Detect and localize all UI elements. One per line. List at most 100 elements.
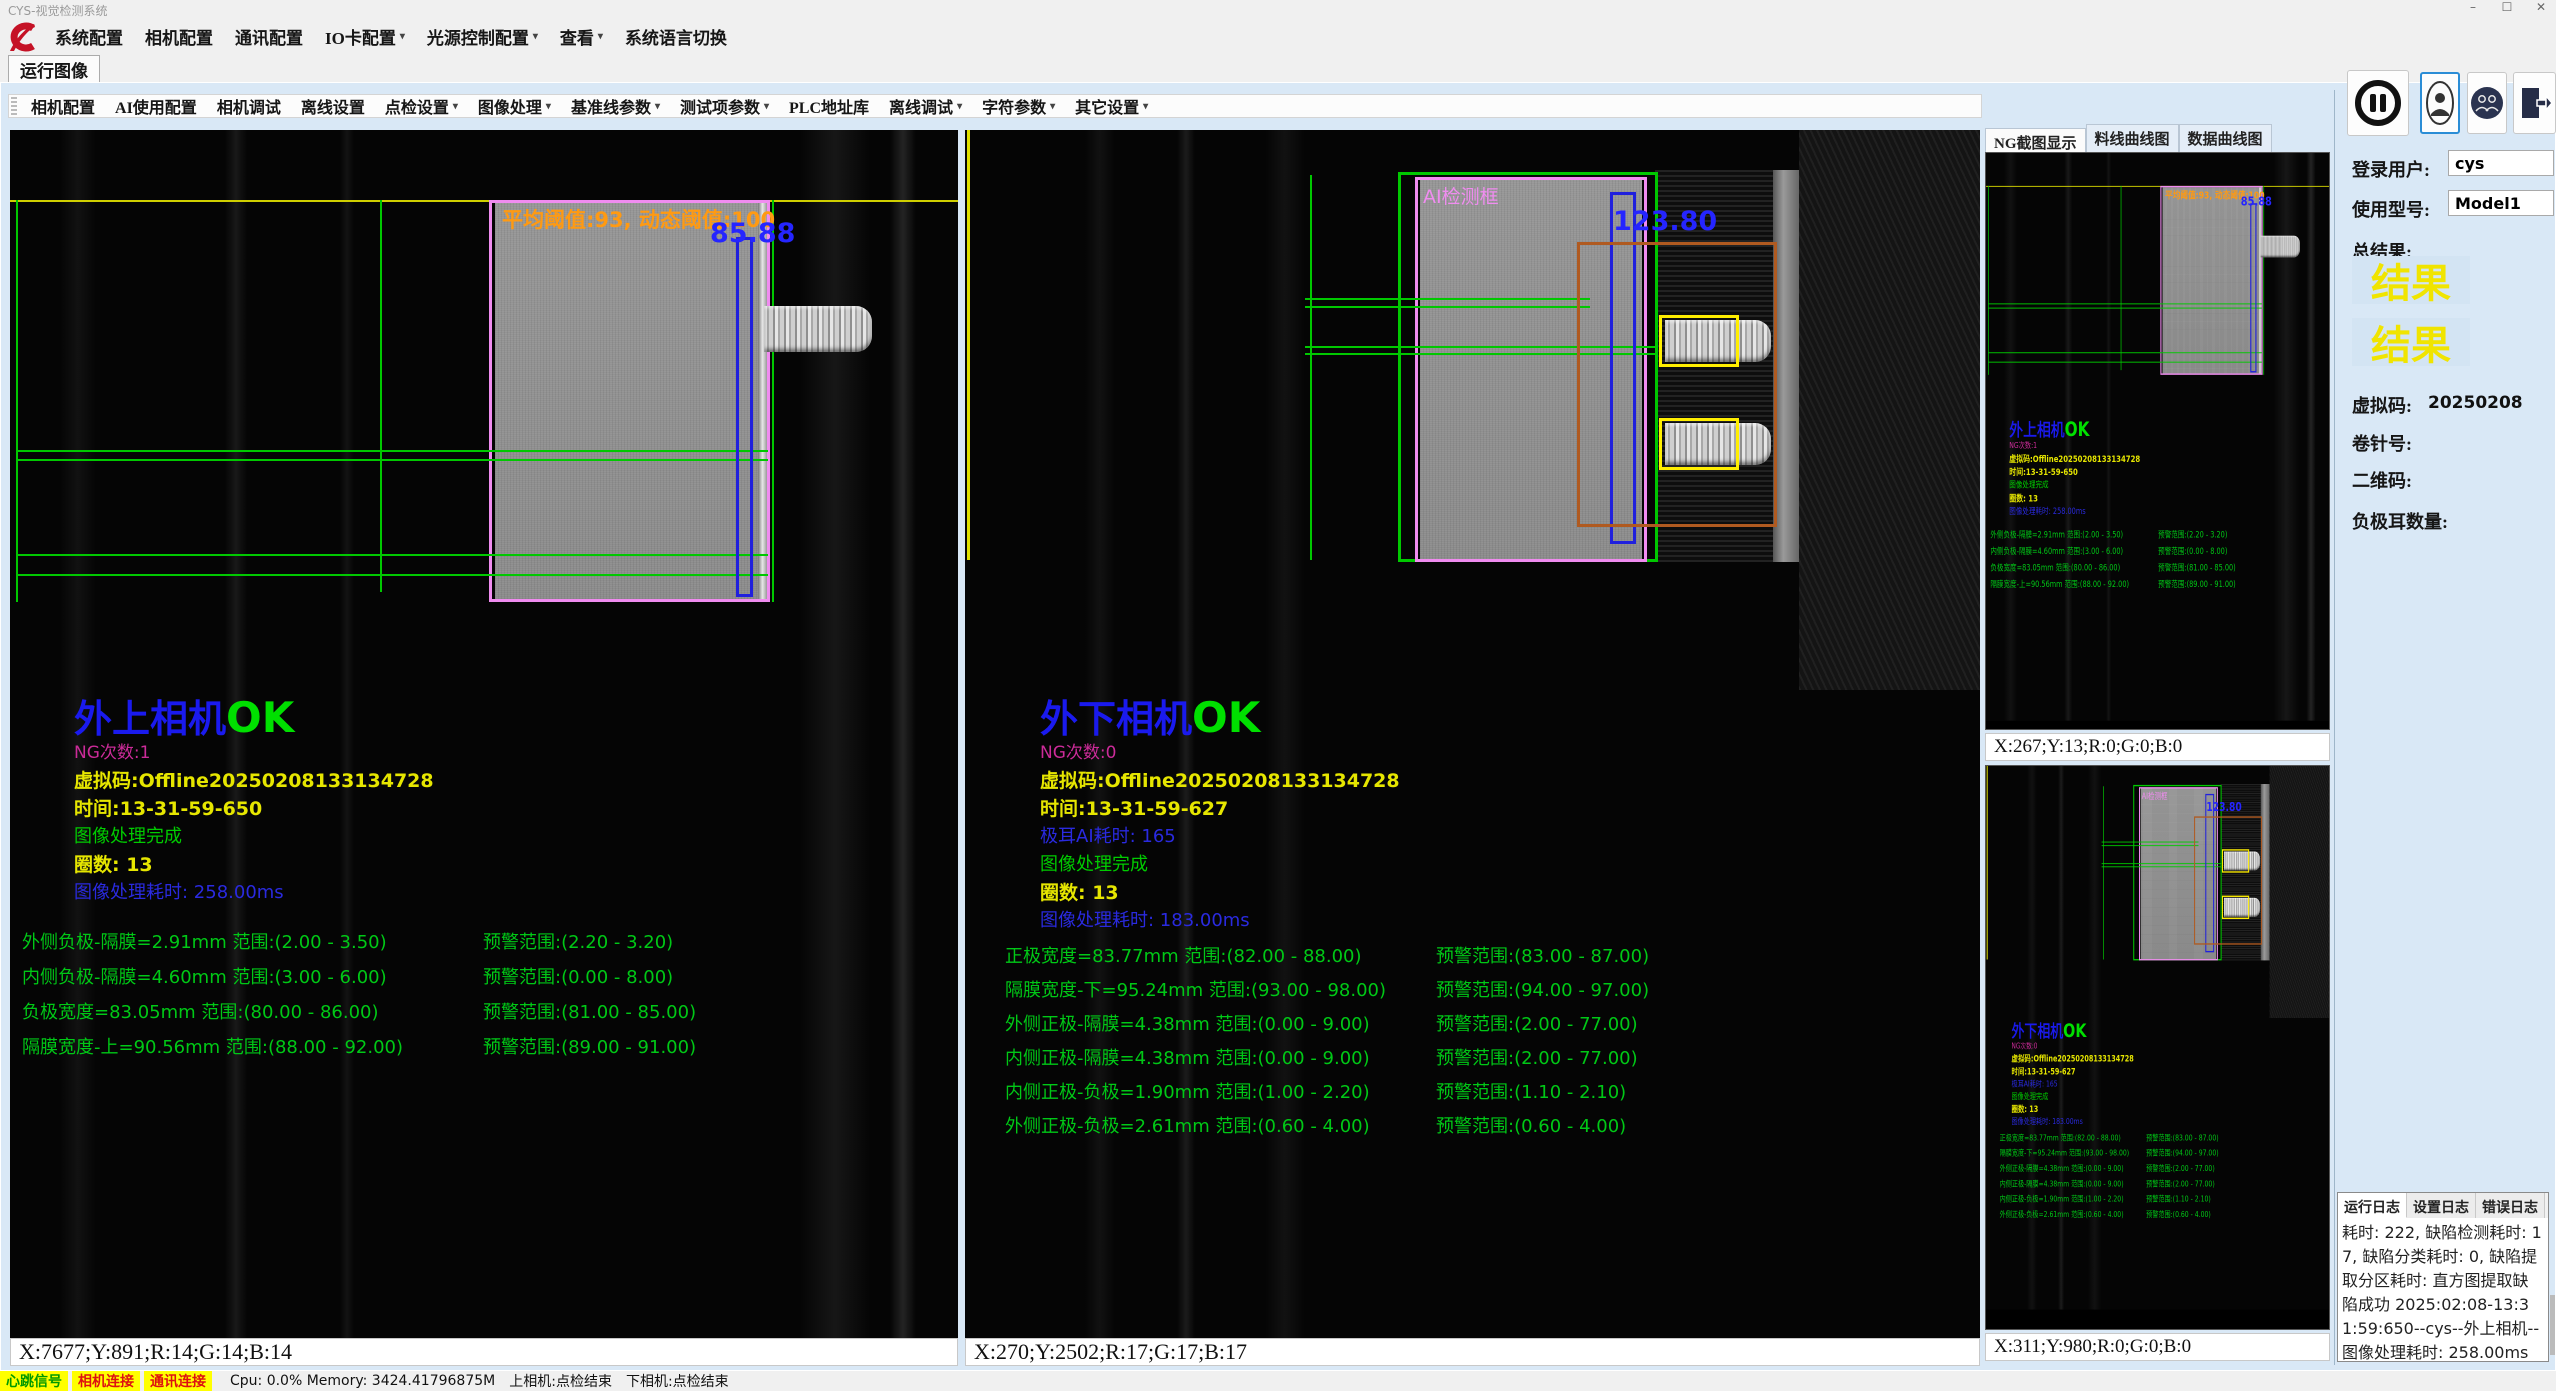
tool-other-settings[interactable]: 其它设置▾ [1065,94,1158,118]
tool-offline-settings[interactable]: 离线设置 [291,94,375,118]
tab-run-image[interactable]: 运行图像 [8,55,100,82]
measurement-row: 负极宽度=83.05mm 范围:(80.00 - 86.00) 预警范围:(81… [1986,561,2330,571]
tool-spot-check[interactable]: 点检设置▾ [375,94,468,118]
measurement-row: 正极宽度=83.77mm 范围:(82.00 - 88.00) 预警范围:(83… [1986,1131,2330,1141]
image-streak [340,130,354,1338]
tool-char-params[interactable]: 字符参数▾ [972,94,1065,118]
tool-camera-config[interactable]: 相机配置 [21,94,105,118]
measurement-row: 外侧负极-隔膜=2.91mm 范围:(2.00 - 3.50) 预警范围:(2.… [1986,528,2330,538]
tab-run-log[interactable]: 运行日志 [2338,1193,2407,1218]
window-title: CYS-视觉检测系统 [8,2,107,19]
tab-settings-log[interactable]: 设置日志 [2407,1193,2476,1218]
image-streak [2306,153,2315,721]
dropdown-arrow-icon: ▾ [598,31,603,42]
green-guide-line [1310,175,1312,560]
menu-system-config[interactable]: 系统配置 [44,22,134,51]
green-guide-line [2121,186,2122,370]
logout-button[interactable] [2513,72,2556,134]
tool-baseline-params[interactable]: 基准线参数▾ [561,94,670,118]
dropdown-arrow-icon: ▾ [400,31,405,42]
menu-language-switch[interactable]: 系统语言切换 [614,22,738,51]
model-input[interactable] [2448,190,2554,216]
virtual-code: 虚拟码:Offline20250208133134728 [2012,1052,2134,1064]
width-measure-label: 123.80 [1613,206,1717,237]
upper-camera-panel[interactable]: 平均阈值:93, 动态阈值:100 85.88 外上相机OK NG次数:1 虚拟… [10,130,958,1338]
measurement-row: 内侧负极-隔膜=4.60mm 范围:(3.00 - 6.00) 预警范围:(0.… [1986,545,2330,555]
camera-connect-indicator: 相机连接 [72,1371,140,1391]
process-done: 图像处理完成 [2009,478,2048,490]
lower-camera-panel[interactable]: AI检测框 123.80 外下相机OK NG次数:0 虚拟码:Offline20… [965,130,1980,1338]
dropdown-arrow-icon: ▾ [1050,101,1055,112]
process-done: 图像处理完成 [74,822,182,848]
tool-plc-address[interactable]: PLC地址库 [779,94,879,118]
capture-time: 时间:13-31-59-650 [74,794,262,821]
tab-ng-screenshot[interactable]: NG截图显示 [1985,128,2086,152]
tab-error-log[interactable]: 错误日志 [2476,1193,2545,1218]
tool-image-processing[interactable]: 图像处理▾ [468,94,561,118]
sidebar-divider [2334,90,2335,1365]
measurement-row: 外侧负极-隔膜=2.91mm 范围:(2.00 - 3.50) 预警范围:(2.… [10,928,958,950]
user-group-button[interactable] [2467,72,2507,134]
heartbeat-indicator: 心跳信号 [0,1371,68,1391]
measurement-row: 内侧正极-负极=1.90mm 范围:(1.00 - 2.20) 预警范围:(1.… [1986,1193,2330,1203]
process-elapsed: 图像处理耗时: 183.00ms [2012,1115,2083,1127]
tool-camera-debug[interactable]: 相机调试 [207,94,291,118]
pause-button[interactable] [2347,70,2409,136]
yellow-guide-line [1986,186,2330,187]
measurement-row: 隔膜宽度-上=90.56mm 范围:(88.00 - 92.00) 预警范围:(… [10,1033,958,1055]
pin-label: 卷针号: [2352,430,2412,456]
single-user-button[interactable] [2420,72,2460,134]
user-icon [2425,80,2455,126]
menu-camera-config[interactable]: 相机配置 [134,22,224,51]
image-streak [890,130,916,1338]
tab-line-curve[interactable]: 料线曲线图 [2086,124,2179,152]
dropdown-arrow-icon: ▾ [764,101,769,112]
preview-tab-bar: NG截图显示 料线曲线图 数据曲线图 [1985,128,2272,152]
capture-time: 时间:13-31-59-650 [2009,465,2078,478]
green-guide-line [2102,845,2199,846]
green-guide-line [2102,842,2199,843]
lower-preview-content: AI检测框 123.80 外下相机OK NG次数:0 虚拟码:Offline20… [1986,766,2330,1330]
yellow-guide-line [10,200,958,202]
loop-count: 圈数: 13 [1040,878,1119,905]
ng-count: NG次数:1 [74,738,150,763]
dropdown-arrow-icon: ▾ [453,101,458,112]
width-measure-box [2250,203,2256,372]
toolbar-grip[interactable] [11,97,17,115]
process-elapsed: 图像处理耗时: 183.00ms [1040,906,1250,932]
menu-io-card-config[interactable]: IO卡配置▾ [314,22,416,51]
process-elapsed: 图像处理耗时: 258.00ms [2009,505,2085,517]
tab-data-curve[interactable]: 数据曲线图 [2179,124,2272,152]
width-measure-label: 85.88 [2241,194,2272,209]
menu-light-control-config[interactable]: 光源控制配置▾ [416,22,549,51]
minimize-button[interactable]: – [2464,0,2482,14]
lower-ng-preview[interactable]: AI检测框 123.80 外下相机OK NG次数:0 虚拟码:Offline20… [1985,765,2330,1330]
process-done: 图像处理完成 [2012,1090,2049,1102]
dropdown-arrow-icon: ▾ [655,101,660,112]
textured-region [2270,766,2330,1018]
log-tab-bar: 运行日志 设置日志 错误日志 [2338,1193,2548,1218]
measurement-row: 外侧正极-负极=2.61mm 范围:(0.60 - 4.00) 预警范围:(0.… [965,1112,1980,1134]
detect-roi-box [2160,186,2262,375]
upper-ng-preview[interactable]: 平均阈值:93, 动态阈值:100 85.88 外上相机OK NG次数:1 虚拟… [1985,152,2330,730]
qr-label: 二维码: [2352,467,2412,493]
menu-comm-config[interactable]: 通讯配置 [224,22,314,51]
tab-metal-blob [2260,236,2299,258]
tool-ai-config[interactable]: AI使用配置 [105,94,207,118]
dropdown-arrow-icon: ▾ [1143,101,1148,112]
tab-row: 运行图像 [0,52,2556,82]
log-panel: 运行日志 设置日志 错误日志 耗时: 222, 缺陷检测耗时: 17, 缺陷分类… [2337,1192,2549,1362]
log-scrollbar[interactable] [2550,1295,2555,1355]
maximize-button[interactable]: ☐ [2498,0,2516,14]
orange-roi-box [1577,242,1777,527]
green-guide-line [1305,298,1590,300]
menu-view[interactable]: 查看▾ [549,22,614,51]
loop-count: 圈数: 13 [2009,491,2038,504]
tool-test-params[interactable]: 测试项参数▾ [670,94,779,118]
image-streak [2106,153,2111,721]
tool-offline-debug[interactable]: 离线调试▾ [879,94,972,118]
login-user-input[interactable] [2448,150,2554,176]
ng-count: NG次数:0 [1040,738,1116,763]
close-button[interactable]: ✕ [2532,0,2550,14]
vcode-value: 20250208 [2428,393,2523,413]
